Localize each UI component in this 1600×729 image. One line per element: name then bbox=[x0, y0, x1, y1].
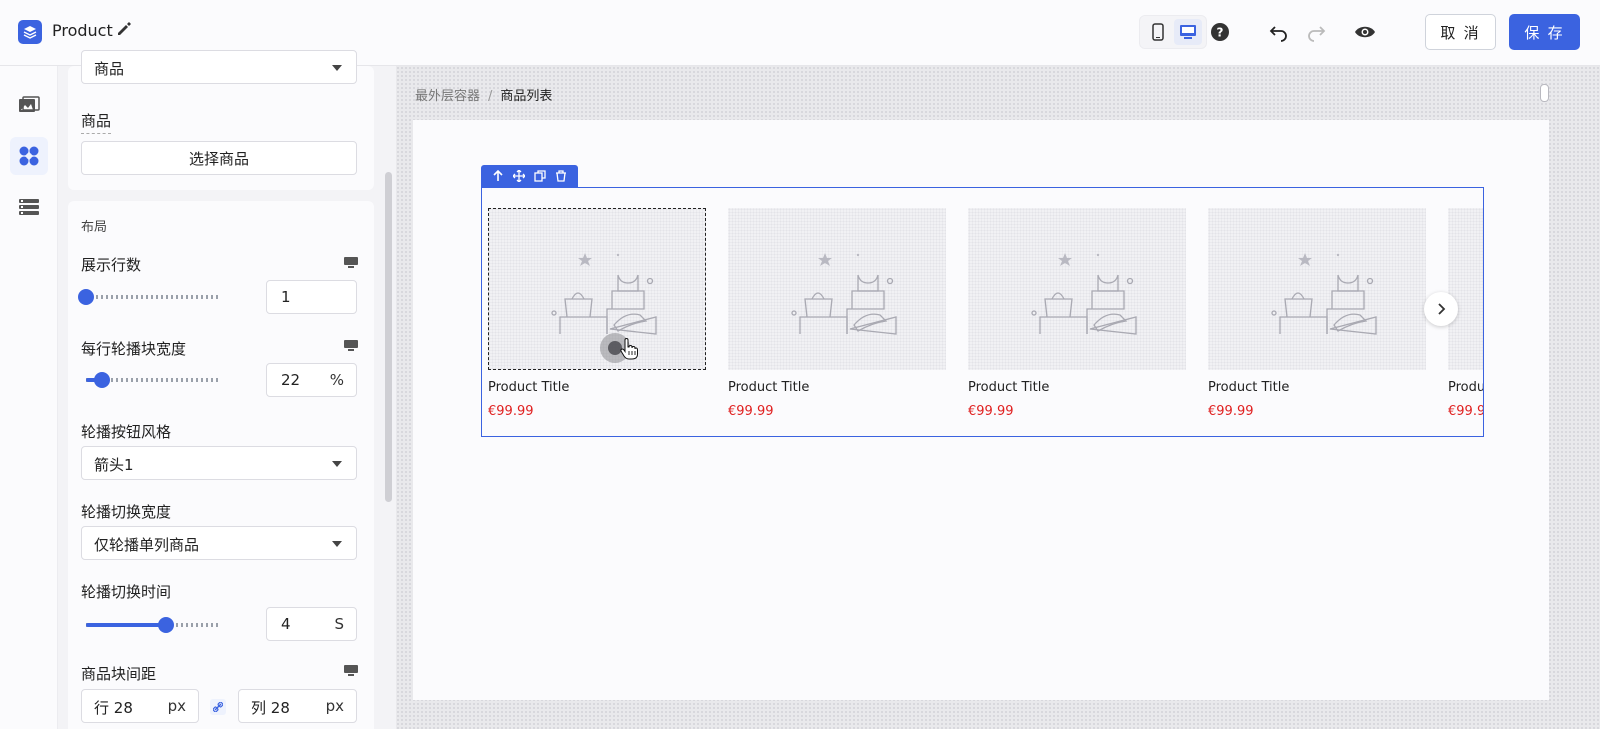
product-title: Product Title bbox=[968, 380, 1050, 395]
product-card[interactable]: Product Title €99.99 bbox=[968, 208, 1186, 419]
breadcrumb-root[interactable]: 最外层容器 bbox=[415, 89, 480, 104]
block-toolbar bbox=[481, 165, 578, 187]
save-button[interactable]: 保 存 bbox=[1509, 14, 1580, 50]
rows-label: 展示行数 bbox=[81, 256, 142, 274]
spacing-label: 商品块间距 bbox=[81, 665, 157, 683]
hand-cursor-icon bbox=[620, 338, 638, 360]
desktop-icon[interactable] bbox=[1174, 19, 1202, 45]
product-title: Product Title bbox=[728, 380, 810, 395]
desktop-icon bbox=[344, 665, 358, 676]
desktop-icon bbox=[344, 340, 358, 351]
switch-width-label: 轮播切换宽度 bbox=[81, 503, 172, 521]
width-value: 22 bbox=[281, 371, 301, 389]
cancel-button[interactable]: 取 消 bbox=[1425, 14, 1496, 50]
chevron-right-icon bbox=[1438, 303, 1446, 315]
column-spacing-input[interactable]: 列 28 px bbox=[238, 689, 357, 723]
pencil-icon[interactable] bbox=[116, 21, 134, 39]
product-image[interactable] bbox=[1448, 208, 1483, 370]
chevron-down-icon bbox=[332, 65, 342, 71]
product-type-select[interactable]: 商品 bbox=[81, 50, 357, 84]
product-price: €99.99 bbox=[1448, 404, 1483, 419]
row-spacing-value: 28 bbox=[113, 699, 133, 717]
undo-icon[interactable] bbox=[1267, 20, 1291, 44]
link-icon[interactable] bbox=[210, 699, 226, 715]
help-icon[interactable]: ? bbox=[1208, 20, 1232, 44]
product-placeholder-illustration bbox=[551, 253, 657, 335]
copy-icon[interactable] bbox=[532, 168, 548, 184]
canvas-scrollbar[interactable] bbox=[1540, 84, 1549, 102]
product-card[interactable]: Product Title €99.99 bbox=[488, 208, 706, 419]
product-placeholder-illustration bbox=[791, 253, 897, 335]
product-price: €99.99 bbox=[1208, 404, 1254, 419]
trash-icon[interactable] bbox=[553, 168, 569, 184]
breadcrumb-current: 商品列表 bbox=[500, 89, 553, 104]
layout-section-title: 布局 bbox=[81, 220, 108, 235]
column-spacing-value: 28 bbox=[270, 699, 290, 717]
switch-width-select[interactable]: 仅轮播单列商品 bbox=[81, 526, 357, 560]
product-placeholder-illustration bbox=[1031, 253, 1137, 335]
width-slider[interactable] bbox=[86, 372, 220, 388]
device-toggle bbox=[1139, 15, 1207, 49]
redo-icon[interactable] bbox=[1304, 20, 1328, 44]
chevron-down-icon bbox=[332, 461, 342, 467]
desktop-icon bbox=[344, 257, 358, 268]
rows-value: 1 bbox=[281, 288, 291, 306]
product-price: €99.99 bbox=[488, 404, 534, 419]
breadcrumb-separator: / bbox=[488, 89, 493, 104]
product-title: Product Title bbox=[1208, 380, 1290, 395]
layers-list-icon[interactable] bbox=[10, 188, 48, 226]
switch-time-value: 4 bbox=[281, 615, 291, 633]
chevron-down-icon bbox=[332, 541, 342, 547]
product-card[interactable]: Product Title €99.99 bbox=[728, 208, 946, 419]
arrow-up-icon[interactable] bbox=[490, 168, 506, 184]
button-style-label: 轮播按钮风格 bbox=[81, 423, 172, 441]
layers-icon bbox=[18, 20, 42, 44]
carousel-next-button[interactable] bbox=[1424, 292, 1458, 326]
rows-input[interactable]: 1 bbox=[266, 280, 357, 314]
width-unit: % bbox=[329, 371, 344, 389]
column-spacing-prefix: 列 bbox=[251, 699, 267, 717]
image-gallery-icon[interactable] bbox=[10, 86, 48, 124]
product-image[interactable] bbox=[488, 208, 706, 370]
row-spacing-unit: px bbox=[167, 697, 186, 715]
product-image[interactable] bbox=[968, 208, 1186, 370]
mobile-icon[interactable] bbox=[1144, 19, 1172, 45]
product-placeholder-illustration bbox=[1271, 253, 1377, 335]
product-title: Product Title bbox=[488, 380, 570, 395]
switch-time-label: 轮播切换时间 bbox=[81, 583, 172, 601]
product-image[interactable] bbox=[1208, 208, 1426, 370]
switch-time-unit: S bbox=[334, 615, 344, 633]
row-spacing-prefix: 行 bbox=[94, 699, 110, 717]
app-title: Product bbox=[52, 21, 113, 40]
switch-time-input[interactable]: 4S bbox=[266, 607, 357, 641]
product-card[interactable]: Product Title €99.99 bbox=[1208, 208, 1426, 419]
width-input[interactable]: 22% bbox=[266, 363, 357, 397]
components-icon[interactable] bbox=[10, 137, 48, 175]
breadcrumb: 最外层容器 / 商品列表 bbox=[415, 85, 552, 104]
product-carousel-block[interactable]: Product Title €99.99 Product Title €99.9… bbox=[481, 187, 1484, 437]
column-spacing-unit: px bbox=[325, 697, 344, 715]
svg-text:?: ? bbox=[1217, 26, 1224, 40]
button-style-select[interactable]: 箭头1 bbox=[81, 446, 357, 480]
row-spacing-input[interactable]: 行 28 px bbox=[81, 689, 199, 723]
rows-slider[interactable] bbox=[78, 289, 220, 305]
select-product-button[interactable]: 选择商品 bbox=[81, 141, 357, 175]
product-title: Product Title bbox=[1448, 380, 1484, 395]
button-style-value: 箭头1 bbox=[94, 456, 134, 474]
product-type-value: 商品 bbox=[94, 60, 125, 78]
product-label: 商品 bbox=[81, 110, 112, 134]
width-label: 每行轮播块宽度 bbox=[81, 340, 187, 358]
product-price: €99.99 bbox=[968, 404, 1014, 419]
move-icon[interactable] bbox=[511, 168, 527, 184]
panel-scrollbar[interactable] bbox=[385, 172, 392, 502]
product-price: €99.99 bbox=[728, 404, 774, 419]
switch-time-slider[interactable] bbox=[86, 617, 220, 633]
left-rail bbox=[0, 66, 58, 729]
product-image[interactable] bbox=[728, 208, 946, 370]
switch-width-value: 仅轮播单列商品 bbox=[94, 536, 200, 554]
eye-icon[interactable] bbox=[1353, 20, 1377, 44]
